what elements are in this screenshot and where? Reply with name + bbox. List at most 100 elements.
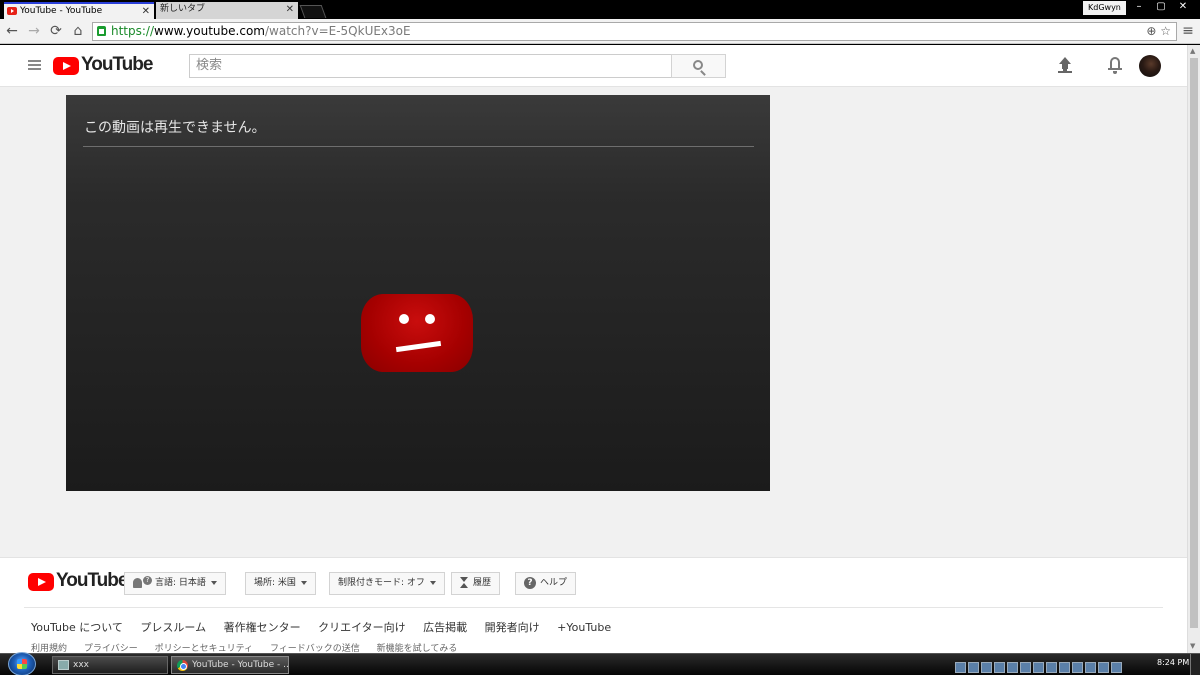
help-button[interactable]: ? ヘルプ [515, 572, 577, 595]
restricted-mode-button[interactable]: 制限付きモード: オフ [329, 572, 445, 595]
footer-link[interactable]: YouTube について [31, 621, 123, 634]
sync-tray-icon[interactable] [968, 662, 979, 673]
youtube-favicon-icon [7, 7, 17, 15]
chevron-down-icon [429, 580, 436, 585]
browser-titlebar: YouTube - YouTube ✕ 新しいタブ ✕ KdGwyn – ▢ ✕ [0, 0, 1200, 19]
home-icon[interactable]: ⌂ [69, 22, 87, 40]
taskbar-item[interactable]: xxx [52, 656, 168, 674]
tab-new-tab[interactable]: 新しいタブ ✕ [156, 2, 298, 19]
youtube-page: YouTube 検索 この動画は再生できません。 YouTube 言語: 日本語… [0, 45, 1187, 653]
url-host: www.youtube.com [154, 24, 265, 38]
close-icon[interactable]: ✕ [286, 2, 294, 17]
close-icon[interactable]: ✕ [142, 4, 150, 19]
window-icon [58, 660, 69, 670]
logo-text: YouTube [56, 570, 128, 591]
task-label: xxx [73, 660, 89, 670]
tray-icon[interactable] [1046, 662, 1057, 673]
start-button[interactable] [8, 652, 36, 675]
footer: YouTube 言語: 日本語 場所: 米国 制限付きモード: オフ 履歴 ? ヘ… [0, 557, 1187, 653]
footer-link[interactable]: 著作権センター [224, 621, 301, 634]
help-tray-icon[interactable] [955, 662, 966, 673]
zoom-star-icons[interactable]: ⊕ ☆ [1146, 23, 1171, 40]
tray-icon[interactable] [1098, 662, 1109, 673]
notifications-bell-icon[interactable] [1108, 56, 1122, 74]
tray-icon[interactable] [1059, 662, 1070, 673]
masthead: YouTube 検索 [0, 45, 1187, 87]
minimize-button[interactable]: – [1128, 0, 1150, 14]
button-label: 場所: 米国 [254, 578, 296, 588]
tray-icon[interactable] [994, 662, 1005, 673]
forward-arrow-icon[interactable]: → [25, 22, 43, 40]
tray-icon[interactable] [1020, 662, 1031, 673]
upload-icon[interactable] [1058, 57, 1072, 73]
browser-toolbar: ← → ⟳ ⌂ https://www.youtube.com/watch?v=… [0, 19, 1200, 44]
tab-label: 新しいタブ [160, 4, 206, 14]
search-input[interactable]: 検索 [189, 54, 672, 78]
location-button[interactable]: 場所: 米国 [245, 572, 316, 595]
chevron-down-icon [210, 580, 217, 585]
tray-icon[interactable] [1033, 662, 1044, 673]
task-label: YouTube - YouTube - ... [192, 660, 289, 670]
tab-youtube[interactable]: YouTube - YouTube ✕ [4, 2, 154, 19]
logo-text: YouTube [81, 54, 153, 75]
taskbar: xxx YouTube - YouTube - ... 8:24 PM [0, 652, 1200, 675]
search-icon [693, 60, 703, 70]
help-icon: ? [524, 576, 536, 589]
language-icon [133, 575, 152, 588]
profile-badge[interactable]: KdGwyn [1083, 1, 1126, 15]
button-label: 言語: 日本語 [155, 578, 206, 588]
system-tray [955, 657, 1124, 673]
footer-links-primary: YouTube について プレスルーム 著作権センター クリエイター向け 広告掲… [31, 619, 625, 635]
url-scheme: https:// [111, 24, 155, 38]
footer-link[interactable]: フィードバックの送信 [270, 644, 360, 653]
page-scrollbar[interactable]: ▲ ▼ [1187, 45, 1200, 653]
scroll-up-icon[interactable]: ▲ [1190, 47, 1195, 55]
footer-link[interactable]: 開発者向け [485, 621, 540, 634]
footer-link[interactable]: 広告掲載 [423, 621, 467, 634]
browser-menu-icon[interactable]: ≡ [1179, 22, 1197, 40]
footer-link[interactable]: クリエイター向け [318, 621, 406, 634]
hourglass-icon [460, 577, 468, 588]
url-path: /watch?v=E-5QkUEx3oE [264, 24, 411, 38]
footer-link[interactable]: 利用規約 [31, 644, 67, 653]
tray-icon[interactable] [981, 662, 992, 673]
button-label: 制限付きモード: オフ [338, 578, 425, 588]
error-message: この動画は再生できません。 [84, 120, 266, 136]
lock-icon [97, 26, 106, 36]
tab-label: YouTube - YouTube [20, 6, 103, 16]
sad-face-icon [361, 294, 473, 372]
footer-link[interactable]: +YouTube [557, 621, 611, 634]
reload-icon[interactable]: ⟳ [47, 22, 65, 40]
divider [83, 146, 754, 147]
search-button[interactable] [671, 54, 726, 78]
footer-links-secondary: 利用規約 プライバシー ポリシーとセキュリティ フィードバックの送信 新機能を試… [31, 641, 471, 653]
taskbar-item-chrome[interactable]: YouTube - YouTube - ... [171, 656, 289, 674]
tray-icon[interactable] [1111, 662, 1122, 673]
video-player[interactable]: この動画は再生できません。 [66, 95, 770, 491]
footer-link[interactable]: 新機能を試してみる [377, 644, 458, 653]
divider [24, 607, 1163, 608]
scrollbar-thumb[interactable] [1190, 58, 1198, 628]
footer-link[interactable]: プレスルーム [140, 621, 206, 634]
history-button[interactable]: 履歴 [451, 572, 501, 595]
avatar[interactable] [1139, 55, 1161, 77]
close-window-button[interactable]: ✕ [1172, 0, 1194, 14]
show-desktop-button[interactable] [1190, 654, 1200, 675]
footer-link[interactable]: プライバシー [84, 644, 138, 653]
address-bar[interactable]: https://www.youtube.com/watch?v=E-5QkUEx… [92, 22, 1177, 41]
tray-icon[interactable] [1007, 662, 1018, 673]
tray-icon[interactable] [1085, 662, 1096, 673]
scroll-down-icon[interactable]: ▼ [1190, 642, 1195, 650]
hamburger-menu-icon[interactable] [28, 60, 41, 70]
language-button[interactable]: 言語: 日本語 [124, 572, 226, 595]
new-tab-button[interactable] [299, 5, 327, 18]
restore-button[interactable]: ▢ [1150, 0, 1172, 14]
chrome-icon [177, 660, 188, 671]
back-arrow-icon[interactable]: ← [3, 22, 21, 40]
youtube-play-icon [53, 57, 79, 75]
tray-icon[interactable] [1072, 662, 1083, 673]
youtube-play-icon [28, 573, 54, 591]
button-label: 履歴 [473, 578, 492, 588]
clock[interactable]: 8:24 PM [1157, 658, 1189, 667]
footer-link[interactable]: ポリシーとセキュリティ [155, 644, 253, 653]
